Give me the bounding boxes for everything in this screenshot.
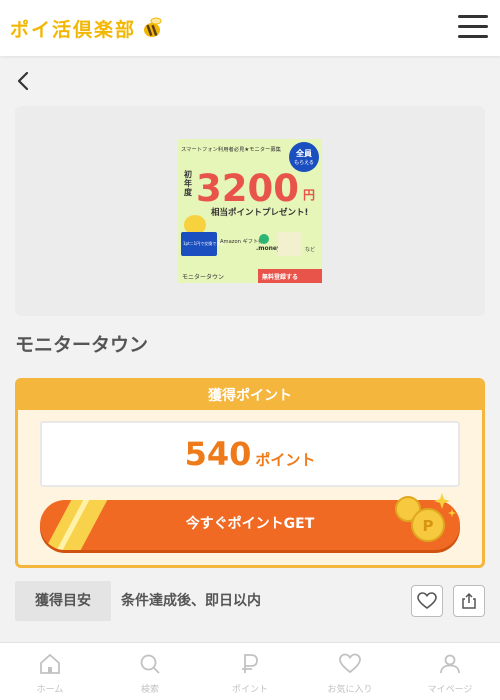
badge-line2: もらえる [294, 160, 314, 166]
nav-point[interactable]: ポイント [200, 643, 300, 700]
point-box: 獲得ポイント 540 ポイント 今すぐポイントGET P [15, 378, 485, 568]
nav-mypage-label: マイページ [427, 685, 473, 695]
site-logo[interactable]: ポイ活倶楽部 [10, 14, 164, 42]
logo-other: など [305, 246, 315, 253]
heart-icon [339, 653, 361, 674]
nav-favorites[interactable]: お気に入り [300, 643, 400, 700]
banner-graphic: スマートフォン利用者必見★モニター募集 全員 もらえる 初年度 3200 円 相… [178, 139, 322, 283]
banner-yen: 円 [303, 188, 315, 202]
share-button[interactable] [453, 585, 485, 617]
banner-top-line: スマートフォン利用者必見★モニター募集 [181, 145, 282, 153]
flower-logo [278, 232, 302, 256]
nav-favorites-label: お気に入り [327, 685, 373, 695]
search-icon [140, 654, 160, 674]
nav-home-label: ホーム [36, 685, 64, 695]
estimate-value: 条件達成後、即日以内 [121, 593, 261, 609]
banner-subline: 相当ポイントプレゼント! [211, 207, 308, 218]
menu-line-icon [458, 15, 488, 18]
bottom-nav: ホーム 検索 ポイント お気に入り マイページ [0, 642, 500, 700]
header: ポイ活倶楽部 [0, 0, 500, 56]
share-icon [462, 592, 476, 609]
badge-line1: 全員 [295, 148, 312, 158]
heart-icon [417, 592, 437, 609]
money-logo-circle [259, 234, 269, 244]
offer-title: モニタータウン [15, 334, 149, 356]
banner-amount: 3200 [196, 167, 299, 210]
offer-banner-image[interactable]: スマートフォン利用者必見★モニター募集 全員 もらえる 初年度 3200 円 相… [178, 139, 322, 283]
favorite-button[interactable] [411, 585, 443, 617]
nav-mypage[interactable]: マイページ [400, 643, 500, 700]
first-year-label: 初年度 [184, 169, 193, 197]
home-icon [40, 653, 60, 674]
bee-icon [144, 17, 162, 37]
menu-line-icon [458, 25, 488, 28]
hamburger-menu-button[interactable] [458, 14, 488, 40]
menu-line-icon [458, 35, 488, 38]
point-heading: 獲得ポイント [18, 381, 482, 410]
point-icon [242, 654, 258, 673]
point-display: 540 ポイント [40, 421, 460, 487]
exchange-badge: 1pt＝1円で交換できる [183, 240, 224, 246]
nav-search-label: 検索 [140, 685, 159, 695]
banner-panel: スマートフォン利用者必見★モニター募集 全員 もらえる 初年度 3200 円 相… [15, 106, 485, 316]
footer-cta: 無料登録する [262, 273, 298, 281]
point-unit: ポイント [255, 451, 316, 469]
svg-text:P: P [423, 517, 434, 535]
nav-point-label: ポイント [231, 685, 268, 695]
nav-home[interactable]: ホーム [0, 643, 100, 700]
logo-amazon: Amazon ギフト券 [220, 237, 264, 245]
estimate-label: 獲得目安 [15, 581, 111, 621]
back-chevron-icon[interactable] [14, 70, 34, 92]
nav-search[interactable]: 検索 [100, 643, 200, 700]
coins-icon: P [395, 493, 456, 542]
user-icon [440, 654, 460, 674]
app-root: ポイ活倶楽部 スマートフォン利用者必見★モニター募集 全員 もらえる 初年度 3… [0, 0, 500, 700]
footer-left: モニタータウン [182, 273, 224, 281]
point-value: 540 [184, 435, 252, 473]
logo-money: .money [256, 245, 281, 252]
logo-text: ポイ活倶楽部 [10, 18, 137, 41]
